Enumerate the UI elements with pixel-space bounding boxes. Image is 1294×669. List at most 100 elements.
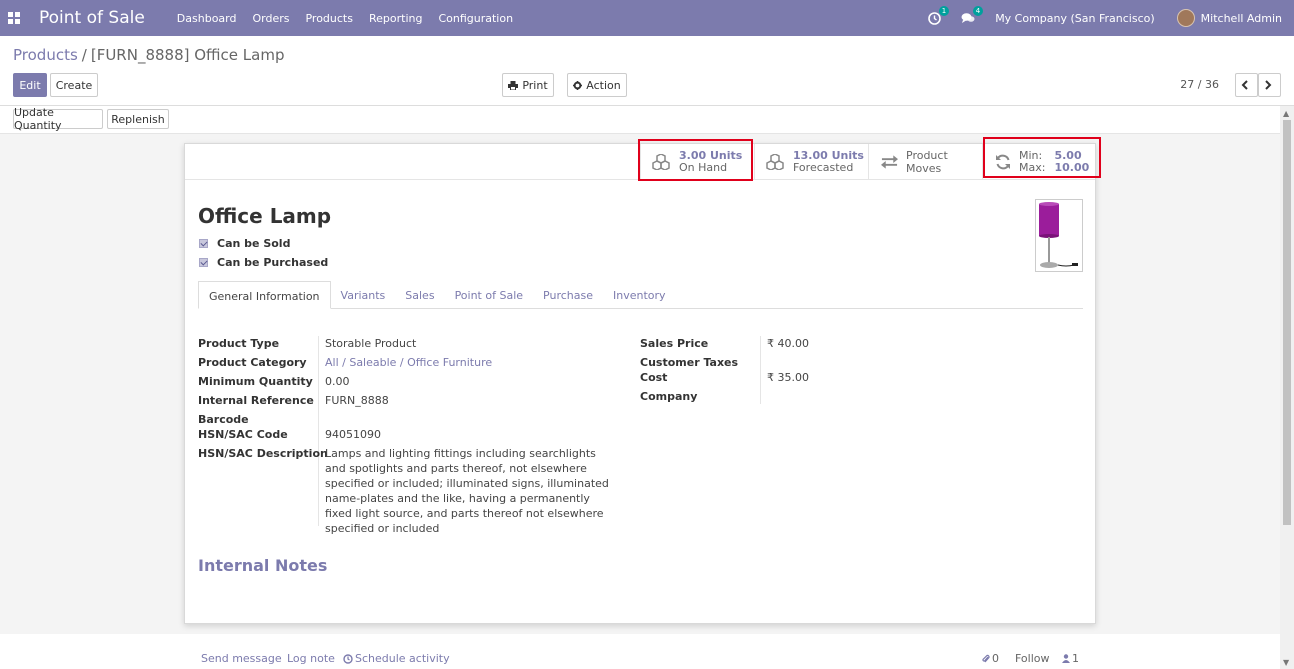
replenish-button[interactable]: Replenish: [107, 109, 169, 129]
product-moves-label: Product Moves: [906, 149, 948, 175]
company-switcher[interactable]: My Company (San Francisco): [995, 12, 1154, 25]
pager-next-button[interactable]: [1258, 73, 1281, 97]
min-max-highlight-box: [983, 137, 1101, 178]
internal-notes-heading: Internal Notes: [198, 556, 328, 575]
messaging-menu[interactable]: 4: [961, 6, 984, 24]
field-divider: [318, 336, 319, 526]
product-category-label: Product Category: [198, 356, 307, 369]
customer-taxes-label: Customer Taxes: [640, 356, 739, 369]
breadcrumb-current: [FURN_8888] Office Lamp: [90, 46, 285, 64]
chatter-topbar: Send message Log note Schedule activity …: [0, 634, 1280, 669]
internal-reference-field[interactable]: FURN_8888: [325, 394, 389, 407]
user-icon: [1062, 654, 1070, 663]
menu-orders[interactable]: Orders: [252, 12, 289, 25]
product-name[interactable]: Office Lamp: [198, 204, 331, 228]
product-category-field[interactable]: All / Saleable / Office Furniture: [325, 356, 492, 369]
follow-button[interactable]: Follow: [1015, 652, 1050, 665]
apps-grid-icon[interactable]: [8, 12, 20, 24]
attachments-button[interactable]: 0: [982, 652, 999, 665]
can-be-purchased-checkbox[interactable]: [199, 258, 208, 267]
scroll-up-arrow-icon[interactable]: ▲: [1283, 109, 1289, 118]
tab-purchase[interactable]: Purchase: [533, 281, 603, 309]
scroll-down-arrow-icon[interactable]: ▼: [1283, 658, 1289, 667]
tab-sales[interactable]: Sales: [395, 281, 444, 309]
followers-button[interactable]: 1: [1062, 652, 1079, 665]
tab-variants[interactable]: Variants: [331, 281, 396, 309]
chevron-left-icon: [1241, 80, 1248, 90]
messages-badge: 4: [972, 6, 984, 16]
menu-reporting[interactable]: Reporting: [369, 12, 422, 25]
pager-value[interactable]: 27 / 36: [1180, 78, 1219, 91]
user-menu[interactable]: Mitchell Admin: [1201, 12, 1282, 25]
activity-badge: 1: [938, 5, 950, 16]
send-message-button[interactable]: Send message: [201, 652, 282, 665]
minimum-quantity-field[interactable]: 0.00: [325, 375, 350, 388]
product-type-label: Product Type: [198, 337, 280, 350]
field-divider: [760, 336, 761, 404]
sales-price-field[interactable]: ₹ 40.00: [767, 337, 809, 350]
chevron-right-icon: [1264, 80, 1271, 90]
page-scrollbar[interactable]: ▲ ▼: [1280, 106, 1294, 669]
breadcrumb-products-link[interactable]: Products: [13, 46, 78, 64]
customer-taxes-field[interactable]: [767, 356, 967, 368]
gear-icon: [573, 80, 583, 90]
product-moves-button[interactable]: Product Moves: [868, 144, 982, 180]
control-panel: Products / [FURN_8888] Office Lamp Edit Cr…: [0, 36, 1294, 106]
edit-button[interactable]: Edit: [13, 73, 47, 97]
pager-previous-button[interactable]: [1235, 73, 1258, 97]
scrollbar-thumb[interactable]: [1283, 120, 1291, 525]
cost-field[interactable]: ₹ 35.00: [767, 371, 809, 384]
tab-point-of-sale[interactable]: Point of Sale: [445, 281, 533, 309]
can-be-sold-checkbox[interactable]: [199, 239, 208, 248]
log-note-button[interactable]: Log note: [287, 652, 335, 665]
top-navbar: Point of Sale Dashboard Orders Products …: [0, 0, 1294, 36]
product-type-field[interactable]: Storable Product: [325, 337, 416, 350]
forecasted-label: Forecasted: [793, 161, 854, 174]
product-category-link[interactable]: All / Saleable / Office Furniture: [325, 356, 492, 369]
clock-icon: [343, 653, 353, 664]
app-title: Point of Sale: [39, 8, 145, 28]
update-quantity-button[interactable]: Update Quantity: [13, 106, 103, 132]
lamp-image: [1039, 202, 1078, 268]
attachments-count: 0: [992, 652, 999, 665]
can-be-sold-row: Can be Sold: [199, 237, 290, 250]
cost-label: Cost: [640, 371, 668, 384]
sales-price-label: Sales Price: [640, 337, 709, 350]
printer-icon: [508, 80, 519, 90]
schedule-activity-button[interactable]: Schedule activity: [343, 652, 450, 665]
hsn-code-label: HSN/SAC Code: [198, 428, 288, 441]
tab-inventory[interactable]: Inventory: [603, 281, 676, 309]
barcode-field[interactable]: [325, 413, 525, 425]
menu-configuration[interactable]: Configuration: [438, 12, 513, 25]
can-be-purchased-row: Can be Purchased: [199, 256, 328, 269]
company-field[interactable]: [767, 390, 967, 402]
can-be-sold-label: Can be Sold: [217, 237, 291, 250]
hsn-description-field[interactable]: Lamps and lighting fittings including se…: [325, 446, 615, 536]
on-hand-highlight-box: [638, 139, 753, 181]
activity-menu[interactable]: 1: [928, 5, 950, 25]
tab-general-information[interactable]: General Information: [198, 281, 331, 309]
minimum-quantity-label: Minimum Quantity: [198, 375, 313, 388]
company-label: Company: [640, 390, 698, 403]
followers-count: 1: [1072, 652, 1079, 665]
print-label: Print: [522, 78, 548, 92]
exchange-arrows-icon: [881, 155, 898, 169]
menu-dashboard[interactable]: Dashboard: [177, 12, 237, 25]
action-button[interactable]: Action: [567, 73, 627, 97]
internal-reference-label: Internal Reference: [198, 394, 314, 407]
menu-products[interactable]: Products: [305, 12, 353, 25]
form-sheet: 3.00 Units On Hand 13.00 Units Forecaste…: [184, 143, 1096, 624]
user-avatar[interactable]: [1176, 9, 1195, 27]
schedule-activity-label: Schedule activity: [355, 652, 450, 665]
barcode-label: Barcode: [198, 413, 249, 426]
action-label: Action: [586, 78, 621, 92]
create-button[interactable]: Create: [50, 73, 98, 97]
forecasted-button[interactable]: 13.00 Units Forecasted: [754, 144, 868, 180]
cubes-icon: [766, 154, 784, 170]
form-statusbar: Update Quantity Replenish: [0, 106, 1294, 134]
hsn-code-field[interactable]: 94051090: [325, 428, 381, 441]
print-button[interactable]: Print: [502, 73, 554, 97]
can-be-purchased-label: Can be Purchased: [217, 256, 329, 269]
notebook-tabs: General Information Variants Sales Point…: [198, 281, 1083, 309]
product-image[interactable]: [1035, 199, 1083, 272]
